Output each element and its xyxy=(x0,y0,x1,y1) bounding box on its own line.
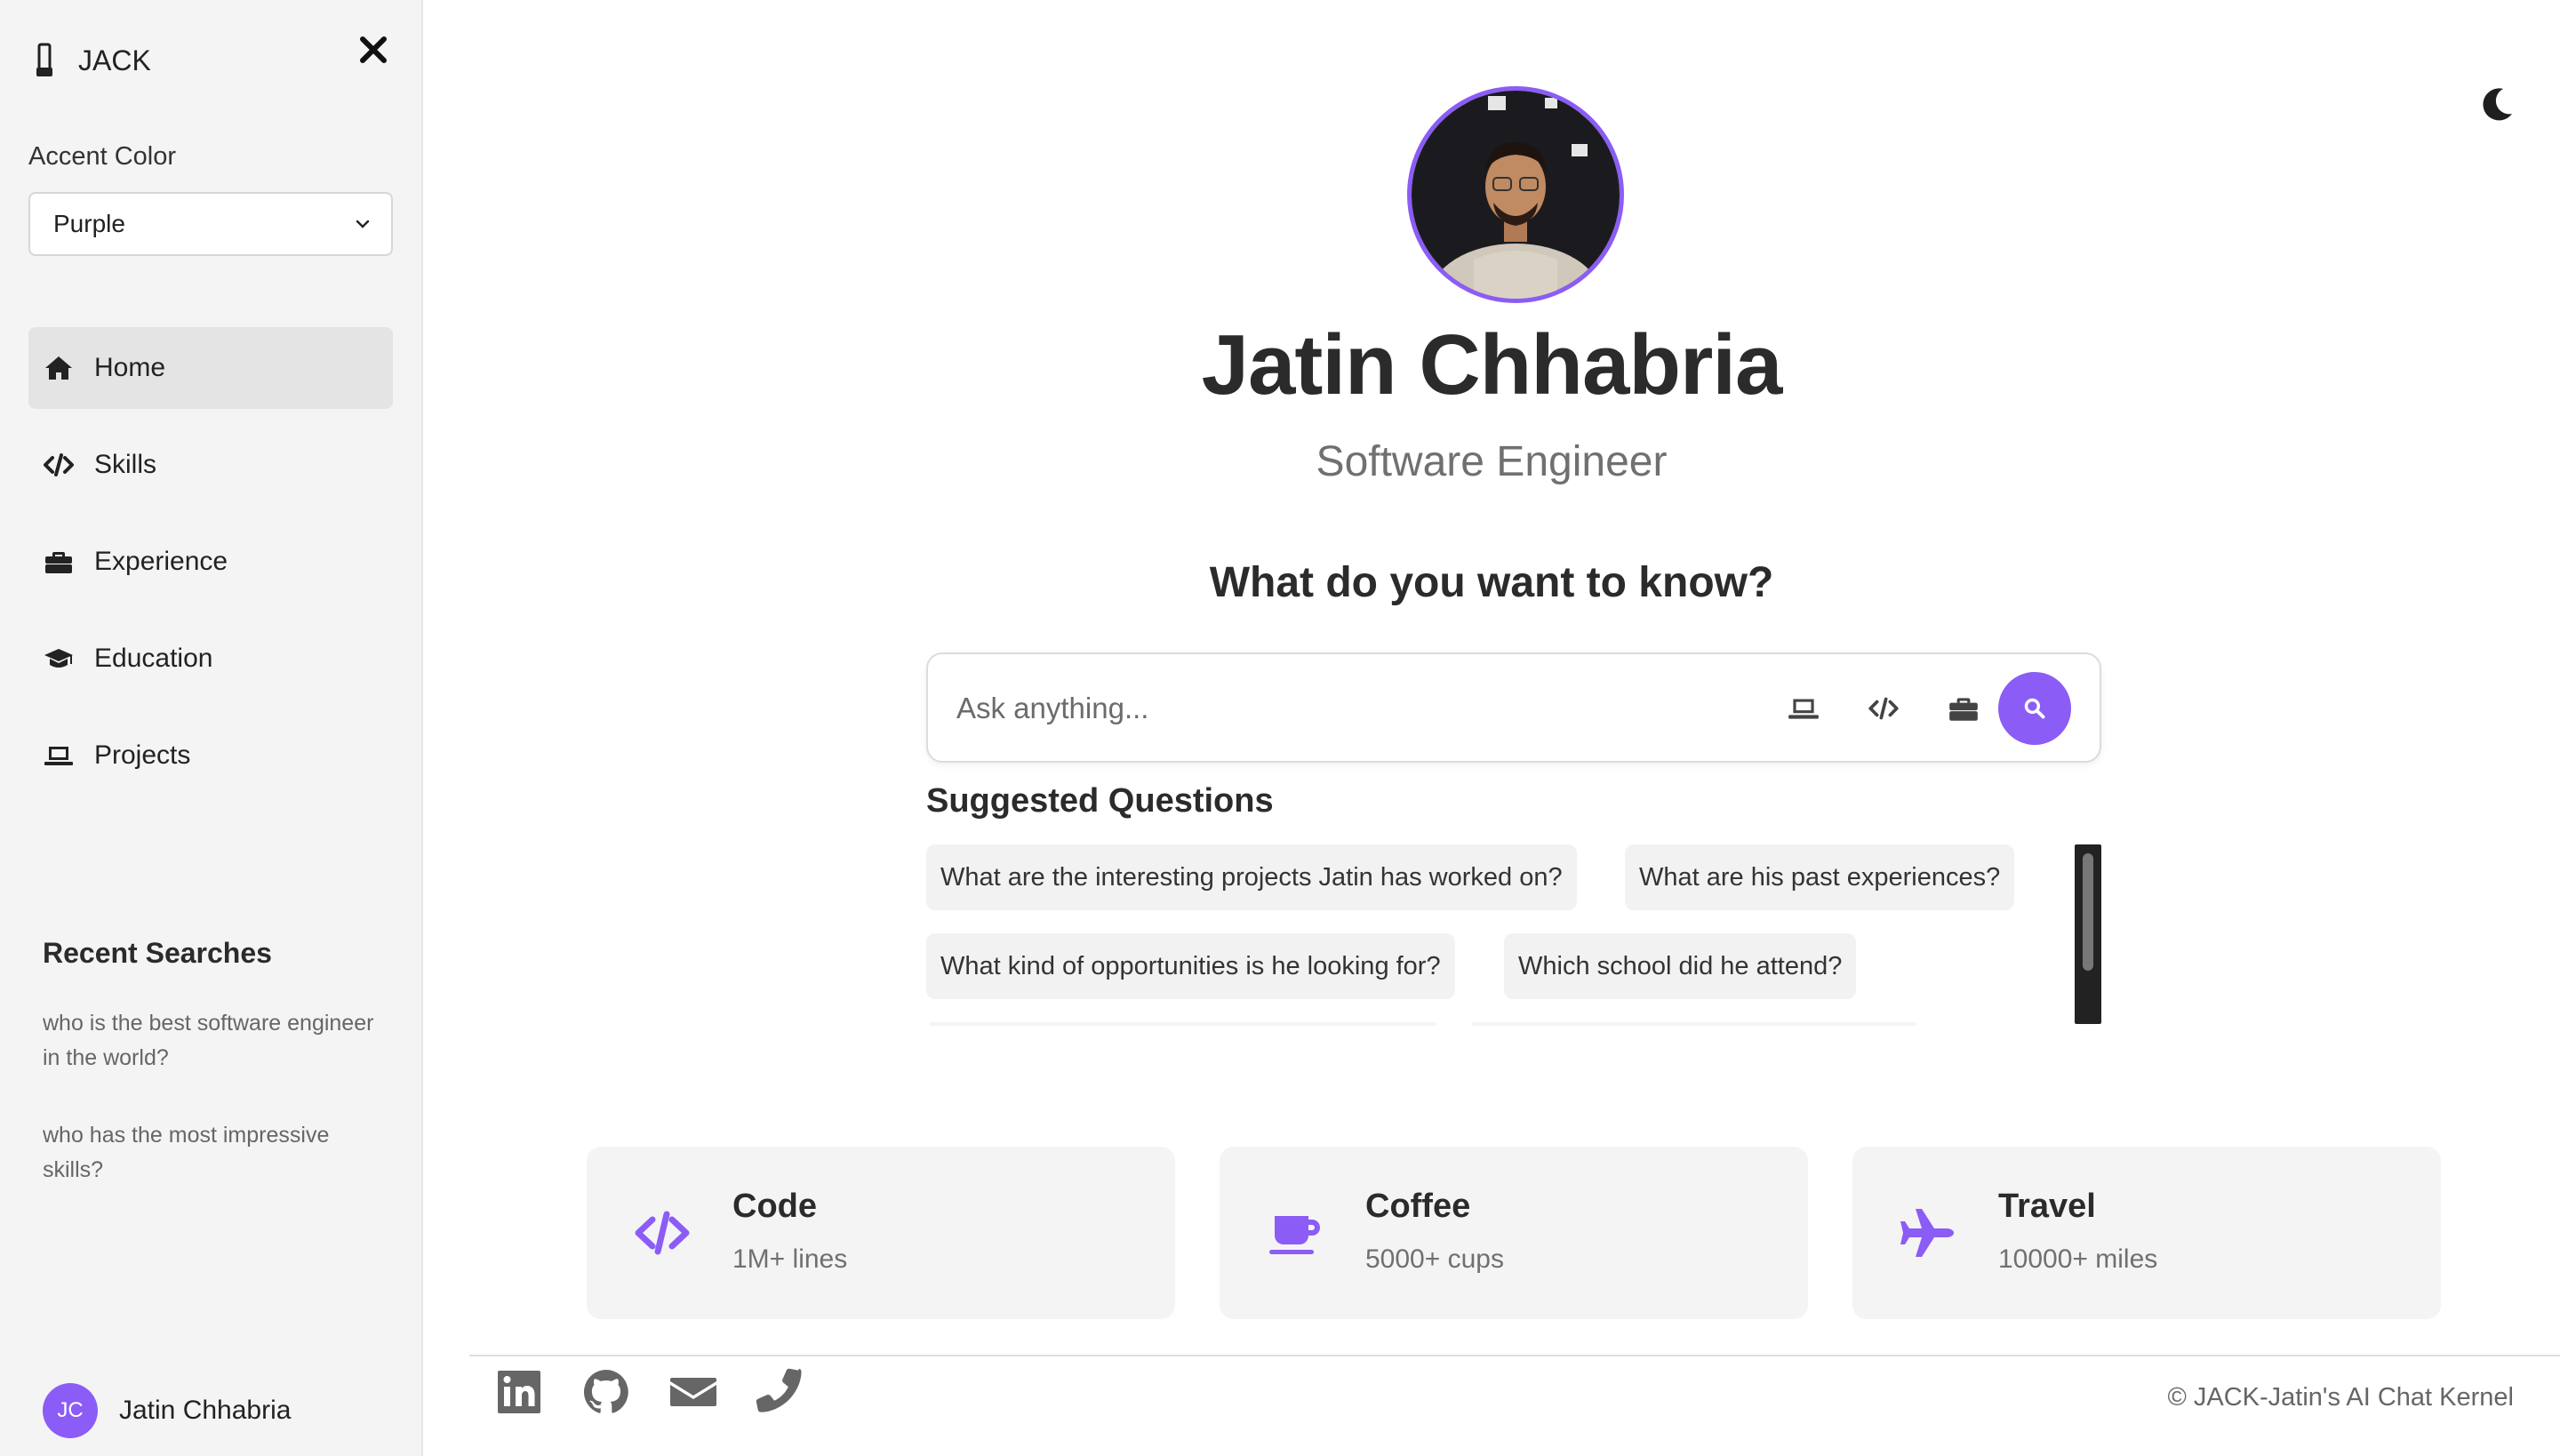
stat-title: Coffee xyxy=(1365,1188,1471,1225)
briefcase-icon xyxy=(1949,698,1978,721)
sidebar-item-experience[interactable]: Experience xyxy=(28,521,393,603)
profile-role: Software Engineer xyxy=(1316,438,1668,485)
github-icon xyxy=(583,1370,628,1413)
sidebar-item-education[interactable]: Education xyxy=(28,618,393,700)
scrollbar-thumb[interactable] xyxy=(2083,853,2093,971)
accent-color-value: Purple xyxy=(53,210,125,237)
code-icon xyxy=(44,453,74,476)
stat-title: Travel xyxy=(1998,1188,2096,1225)
suggestions-scrollbar[interactable] xyxy=(2075,844,2101,1024)
linkedin-icon xyxy=(498,1371,540,1413)
sidebar-item-label: Projects xyxy=(94,740,191,770)
suggested-question-chip[interactable]: What are his past experiences? xyxy=(1625,844,2015,910)
graduation-cap-icon xyxy=(44,649,73,668)
search-button[interactable] xyxy=(1998,672,2071,745)
email-link[interactable] xyxy=(668,1367,718,1417)
chip-overflow-edge xyxy=(1472,1022,1916,1026)
code-icon xyxy=(1868,697,1899,720)
chevron-down-icon xyxy=(356,220,370,228)
experience-filter-button[interactable] xyxy=(1947,692,1980,725)
chip-overflow-edge xyxy=(930,1022,1436,1026)
accent-color-select[interactable]: Purple xyxy=(28,192,393,256)
user-name: Jatin Chhabria xyxy=(119,1396,292,1425)
stat-value: 5000+ cups xyxy=(1365,1244,1504,1274)
copyright-text: © JACK-Jatin's AI Chat Kernel xyxy=(2167,1383,2514,1412)
suggested-question-chip[interactable]: What kind of opportunities is he looking… xyxy=(926,933,1455,999)
laptop-icon xyxy=(44,747,73,765)
dark-mode-toggle[interactable] xyxy=(2476,84,2517,124)
stat-value: 10000+ miles xyxy=(1998,1244,2158,1274)
profile-photo xyxy=(1407,86,1624,303)
stat-card-travel: Travel 10000+ miles xyxy=(1852,1147,2441,1319)
linkedin-link[interactable] xyxy=(494,1367,544,1417)
projects-filter-button[interactable] xyxy=(1787,692,1820,725)
sidebar-nav: Home Skills Experience Education Project… xyxy=(28,327,393,812)
search-input[interactable] xyxy=(956,681,1756,736)
phone-icon xyxy=(756,1368,802,1412)
chat-prompt-heading: What do you want to know? xyxy=(1209,559,1774,606)
profile-name: Jatin Chhabria xyxy=(1201,317,1783,412)
github-link[interactable] xyxy=(581,1367,631,1417)
close-icon xyxy=(360,36,387,63)
suggested-question-chip[interactable]: What are the interesting projects Jatin … xyxy=(926,844,1577,910)
sidebar: JACK Accent Color Purple Home Skills Exp… xyxy=(0,0,423,1456)
sidebar-item-label: Experience xyxy=(94,547,228,576)
phone-link[interactable] xyxy=(756,1367,805,1417)
sidebar-item-home[interactable]: Home xyxy=(28,327,393,409)
brand: JACK xyxy=(34,43,151,78)
stat-title: Code xyxy=(732,1188,817,1225)
moon-icon xyxy=(2483,88,2512,121)
close-sidebar-button[interactable] xyxy=(356,32,391,68)
user-profile[interactable]: JC Jatin Chhabria xyxy=(43,1383,291,1438)
stat-value: 1M+ lines xyxy=(732,1244,848,1274)
laptop-icon xyxy=(1788,699,1819,719)
footer-divider xyxy=(469,1355,2560,1356)
phone-logo-icon xyxy=(36,43,52,76)
accent-color-label: Accent Color xyxy=(28,142,177,171)
sidebar-item-skills[interactable]: Skills xyxy=(28,424,393,506)
briefcase-icon xyxy=(45,552,72,573)
suggested-questions-title: Suggested Questions xyxy=(926,782,1274,820)
profile-portrait-image xyxy=(1412,91,1620,299)
home-icon xyxy=(45,356,72,380)
sidebar-item-label: Education xyxy=(94,644,213,673)
skills-filter-button[interactable] xyxy=(1867,692,1900,725)
recent-searches-list: who is the best software engineer in the… xyxy=(43,1006,380,1230)
code-icon xyxy=(635,1211,690,1255)
recent-search-item[interactable]: who has the most impressive skills? xyxy=(43,1118,380,1188)
brand-name: JACK xyxy=(78,44,151,76)
stat-card-code: Code 1M+ lines xyxy=(587,1147,1175,1319)
chat-search-box xyxy=(926,652,2101,763)
sidebar-item-projects[interactable]: Projects xyxy=(28,715,393,796)
stat-card-coffee: Coffee 5000+ cups xyxy=(1220,1147,1808,1319)
recent-searches-title: Recent Searches xyxy=(43,937,272,969)
plane-icon xyxy=(1900,1209,1954,1257)
sidebar-item-label: Skills xyxy=(94,450,157,479)
recent-search-item[interactable]: who is the best software engineer in the… xyxy=(43,1006,380,1076)
suggested-question-chip[interactable]: Which school did he attend? xyxy=(1504,933,1857,999)
search-icon xyxy=(2024,698,2045,719)
avatar: JC xyxy=(43,1383,98,1438)
coffee-cup-icon xyxy=(1269,1216,1320,1254)
sidebar-item-label: Home xyxy=(94,353,166,382)
email-icon xyxy=(670,1378,716,1406)
